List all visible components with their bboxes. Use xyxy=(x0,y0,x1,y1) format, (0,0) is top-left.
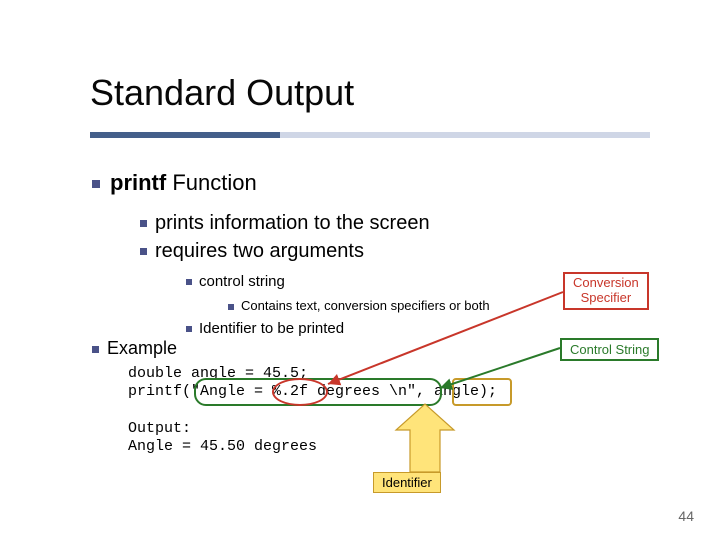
bullet-icon xyxy=(186,279,192,285)
annotation-identifier-box xyxy=(452,378,512,406)
label-conversion-specifier: Conversion Specifier xyxy=(563,272,649,310)
bullet-identifier: Identifier to be printed xyxy=(186,320,344,337)
slide: Standard Output printf Function prints i… xyxy=(0,0,720,540)
bullet-icon xyxy=(140,220,147,227)
annotation-conversion-oval xyxy=(272,378,328,406)
bullet-icon xyxy=(140,248,147,255)
slide-title: Standard Output xyxy=(90,72,354,114)
label-identifier: Identifier xyxy=(373,472,441,493)
bullet-prints-info: prints information to the screen xyxy=(140,212,430,235)
label-control-string: Control String xyxy=(560,338,659,361)
bullet-icon xyxy=(92,180,100,188)
bullet-requires-args: requires two arguments xyxy=(140,240,364,263)
bullet-icon xyxy=(228,304,234,310)
page-number: 44 xyxy=(678,508,694,524)
bullet-printf: printf Function xyxy=(92,170,257,196)
bullet-icon xyxy=(92,346,99,353)
output-label: Output: xyxy=(128,420,191,437)
bullet-control-string: control string xyxy=(186,273,285,290)
bullet-contains-text: Contains text, conversion specifiers or … xyxy=(228,298,490,313)
output-line: Angle = 45.50 degrees xyxy=(128,438,317,455)
bullet-icon xyxy=(186,326,192,332)
title-rule xyxy=(90,132,650,138)
bullet-example: Example xyxy=(92,338,177,359)
